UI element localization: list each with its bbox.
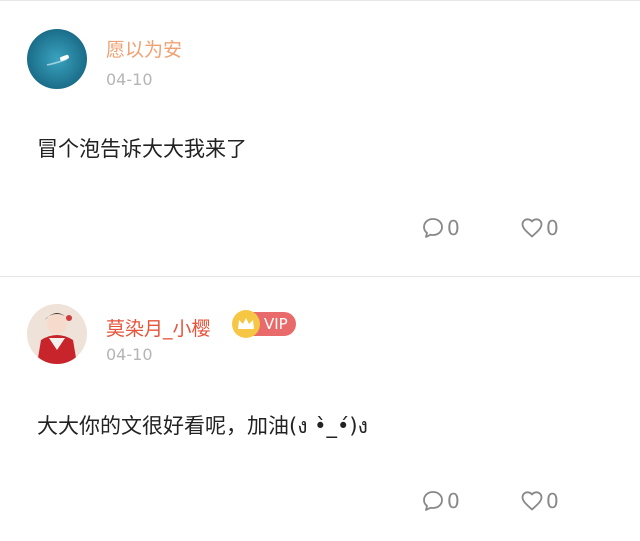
like-button[interactable]: 0 (520, 485, 559, 517)
comment-bubble-icon (423, 218, 443, 238)
comment-item: 莫染月_小樱 VIP 04-10 大大你的文很好看呢，加油(ง •̀_•́)ง … (0, 277, 640, 541)
comment-actions: 0 0 (0, 485, 640, 517)
like-count: 0 (546, 489, 559, 513)
reply-button[interactable]: 0 (421, 212, 460, 244)
like-button[interactable]: 0 (520, 212, 559, 244)
heart-icon (521, 491, 543, 511)
reply-button[interactable]: 0 (421, 485, 460, 517)
comment-text: 大大你的文很好看呢，加油(ง •̀_•́)ง (37, 414, 368, 438)
username[interactable]: 愿以为安 (106, 35, 182, 62)
avatar[interactable] (27, 29, 87, 89)
reply-count: 0 (447, 489, 460, 513)
comment-bubble-icon (423, 491, 443, 511)
comment-date: 04-10 (106, 345, 153, 364)
avatar[interactable] (27, 304, 87, 364)
vip-badge: VIP (232, 309, 296, 338)
heart-icon (521, 218, 543, 238)
comment-item: 愿以为安 04-10 冒个泡告诉大大我来了 0 0 (0, 0, 640, 277)
like-count: 0 (546, 216, 559, 240)
comment-date: 04-10 (106, 70, 153, 89)
reply-count: 0 (447, 216, 460, 240)
username[interactable]: 莫染月_小樱 (106, 314, 211, 341)
comment-actions: 0 0 (0, 212, 640, 244)
crown-icon (232, 309, 260, 338)
comment-text: 冒个泡告诉大大我来了 (37, 137, 247, 161)
